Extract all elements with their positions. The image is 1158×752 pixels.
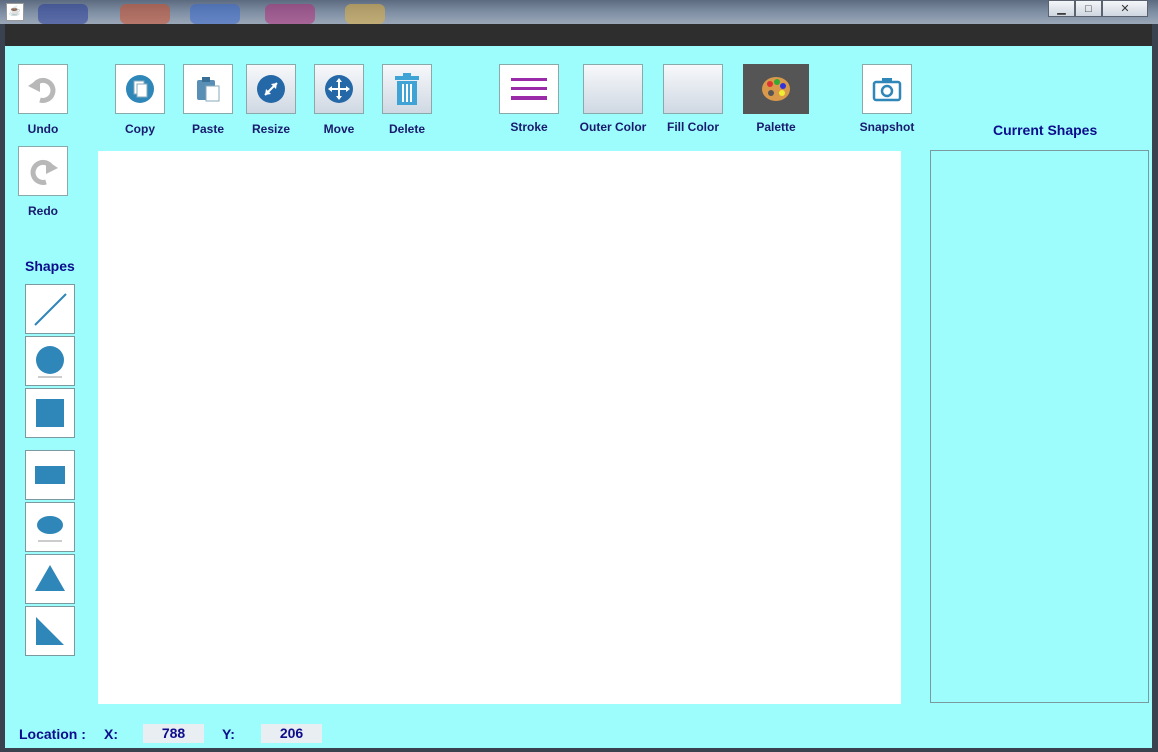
palette-label: Palette — [756, 120, 796, 134]
app-window: Undo Redo Copy Paste Resize Move Delete … — [5, 24, 1152, 748]
java-cup-icon: ☕ — [6, 3, 24, 21]
current-shapes-list[interactable] — [930, 150, 1149, 703]
desktop-icon — [120, 4, 170, 24]
resize-label: Resize — [251, 122, 291, 136]
right-triangle-shape-icon — [36, 617, 64, 645]
maximize-icon[interactable]: □ — [1075, 0, 1102, 17]
x-value: 788 — [143, 724, 204, 743]
redo-icon — [30, 159, 58, 185]
fill-color-label: Fill Color — [667, 120, 719, 134]
stroke-icon — [511, 78, 547, 100]
drawing-canvas[interactable] — [98, 151, 901, 704]
shape-rectangle-button[interactable] — [25, 450, 75, 500]
window-controls: ▁ □ ✕ — [1048, 0, 1148, 17]
snapshot-button[interactable] — [862, 64, 912, 114]
redo-label: Redo — [28, 204, 58, 218]
title-bar — [5, 24, 1152, 46]
fill-color-button[interactable] — [663, 64, 723, 114]
shape-line-button[interactable] — [25, 284, 75, 334]
ellipse-shape-icon — [37, 516, 63, 542]
desktop-icon — [265, 4, 315, 24]
undo-label: Undo — [27, 122, 59, 136]
stroke-label: Stroke — [510, 120, 548, 134]
copy-icon — [126, 75, 154, 103]
x-label: X: — [104, 726, 118, 742]
shape-ellipse-button[interactable] — [25, 502, 75, 552]
line-shape-icon — [34, 293, 67, 326]
y-label: Y: — [222, 726, 235, 742]
camera-icon — [872, 78, 902, 102]
shape-right-triangle-button[interactable] — [25, 606, 75, 656]
move-button[interactable] — [314, 64, 364, 114]
triangle-shape-icon — [35, 565, 65, 591]
shape-circle-button[interactable] — [25, 336, 75, 386]
resize-button[interactable] — [246, 64, 296, 114]
y-value: 206 — [261, 724, 322, 743]
undo-icon — [28, 77, 56, 103]
snapshot-label: Snapshot — [859, 120, 915, 134]
current-shapes-heading: Current Shapes — [993, 122, 1098, 138]
desktop-background: ☕ — [0, 0, 1158, 24]
trash-icon — [395, 73, 419, 105]
undo-button[interactable] — [18, 64, 68, 114]
location-label: Location : — [19, 726, 86, 742]
desktop-icon — [38, 4, 88, 24]
paste-label: Paste — [191, 122, 225, 136]
rectangle-shape-icon — [35, 466, 65, 484]
copy-label: Copy — [125, 122, 155, 136]
square-shape-icon — [36, 399, 64, 427]
resize-icon — [257, 75, 285, 103]
paste-button[interactable] — [183, 64, 233, 114]
delete-button[interactable] — [382, 64, 432, 114]
shapes-heading: Shapes — [25, 258, 75, 274]
copy-button[interactable] — [115, 64, 165, 114]
outer-color-button[interactable] — [583, 64, 643, 114]
desktop-icon — [345, 4, 385, 24]
redo-button[interactable] — [18, 146, 68, 196]
minimize-icon[interactable]: ▁ — [1048, 0, 1075, 17]
shape-square-button[interactable] — [25, 388, 75, 438]
circle-shape-icon — [36, 346, 64, 378]
stroke-button[interactable] — [499, 64, 559, 114]
outer-color-label: Outer Color — [579, 120, 647, 134]
shape-triangle-button[interactable] — [25, 554, 75, 604]
palette-icon — [762, 77, 790, 101]
close-icon[interactable]: ✕ — [1102, 0, 1148, 17]
desktop-icon — [190, 4, 240, 24]
move-icon — [325, 75, 353, 103]
delete-label: Delete — [388, 122, 426, 136]
move-label: Move — [323, 122, 355, 136]
palette-button[interactable] — [743, 64, 809, 114]
paste-icon — [197, 77, 220, 102]
